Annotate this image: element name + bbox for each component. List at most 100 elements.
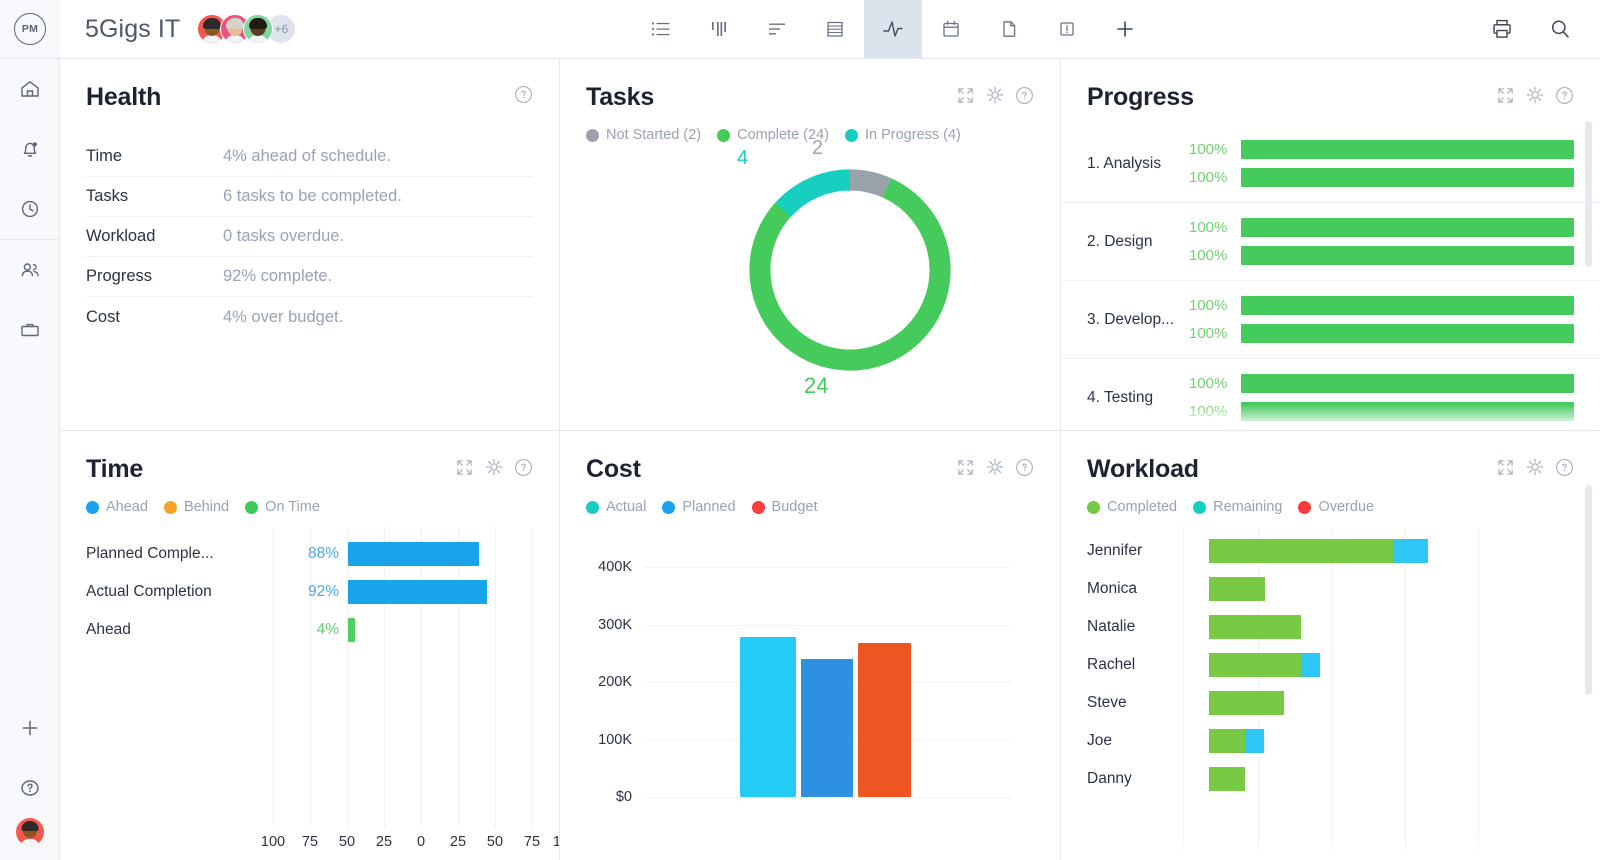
panel-title: Progress (1087, 83, 1194, 111)
expand-button[interactable] (956, 458, 975, 477)
legend-swatch (1087, 500, 1100, 514)
search-button[interactable] (1548, 17, 1572, 41)
expand-icon (457, 459, 472, 475)
settings-button[interactable] (484, 457, 504, 477)
legend-item[interactable]: Completed (1087, 499, 1177, 515)
time-category: Ahead (86, 621, 131, 638)
progress-scrollbar[interactable] (1585, 121, 1592, 267)
time-value: 92% (307, 583, 339, 600)
settings-button[interactable] (985, 457, 1005, 477)
progress-pct: 100% (1189, 403, 1228, 420)
progress-fill (1241, 296, 1574, 315)
app-logo[interactable]: PM (0, 0, 60, 58)
expand-button[interactable] (956, 86, 975, 105)
help-button[interactable] (1555, 458, 1574, 477)
workload-row[interactable]: Rachel (1087, 653, 1600, 677)
legend-item[interactable]: On Time (245, 499, 320, 515)
team-avatars[interactable]: +6 (197, 14, 297, 44)
workload-row[interactable]: Jennifer (1087, 539, 1600, 563)
settings-button[interactable] (1525, 457, 1545, 477)
tab-list[interactable] (632, 0, 690, 58)
list-item[interactable]: 2. Design 100% 100% (1061, 203, 1600, 281)
list-item[interactable]: 4. Testing 100% 100% (1061, 359, 1600, 430)
expand-button[interactable] (1496, 458, 1515, 477)
legend-item[interactable]: Not Started (2) (586, 127, 701, 143)
sidebar-item-add[interactable] (0, 698, 60, 758)
axis-tick: 0 (416, 834, 426, 850)
axis-tick: 25 (375, 834, 393, 850)
workload-row[interactable]: Natalie (1087, 615, 1600, 639)
tab-calendar[interactable] (922, 0, 980, 58)
tab-dashboard[interactable] (864, 0, 923, 58)
progress-pct: 100% (1189, 325, 1228, 342)
axis-tick: 75 (301, 834, 319, 850)
legend-item[interactable]: Planned (662, 499, 736, 515)
tab-docs[interactable] (980, 0, 1038, 58)
legend-item[interactable]: Ahead (86, 499, 148, 515)
progress-track (1241, 374, 1574, 393)
panel-title: Workload (1087, 455, 1199, 483)
issues-icon (1060, 22, 1074, 36)
workload-scrollbar[interactable] (1585, 485, 1592, 695)
help-button[interactable] (1555, 86, 1574, 105)
cost-bar-budget[interactable] (858, 643, 911, 797)
legend-item[interactable]: Budget (751, 499, 818, 515)
tab-add-view[interactable] (1096, 0, 1154, 58)
legend-swatch (1298, 500, 1312, 514)
progress-bar-row: 100% (1189, 140, 1574, 159)
legend-swatch (844, 128, 858, 142)
sidebar-item-help[interactable] (0, 758, 60, 818)
avatar[interactable] (243, 14, 274, 44)
workload-row[interactable]: Danny (1087, 767, 1600, 791)
member-name: Joe (1087, 732, 1112, 749)
sidebar-item-people[interactable] (0, 240, 60, 300)
help-button[interactable] (1015, 458, 1034, 477)
help-button[interactable] (1015, 86, 1034, 105)
phase-bars: 100% 100% (1189, 140, 1574, 187)
donut-label-in-progress: 4 (737, 147, 749, 169)
panel-workload: Workload Completed Remaining Overdue Jen… (1061, 431, 1600, 860)
health-value: 4% ahead of schedule. (223, 147, 391, 165)
list-item[interactable]: 1. Analysis 100% 100% (1061, 125, 1600, 203)
project-title: 5Gigs IT (85, 14, 181, 43)
member-name: Natalie (1087, 618, 1136, 635)
legend-item[interactable]: Overdue (1298, 499, 1374, 515)
legend-swatch (245, 500, 259, 514)
print-button[interactable] (1490, 17, 1514, 41)
expand-button[interactable] (455, 458, 474, 477)
legend-item[interactable]: Remaining (1193, 499, 1282, 515)
legend-item[interactable]: In Progress (4) (844, 127, 961, 143)
tab-board[interactable] (690, 0, 748, 58)
workload-row[interactable]: Monica (1087, 577, 1600, 601)
progress-pct: 100% (1189, 219, 1228, 236)
list-item[interactable]: 3. Develop... 100% 100% (1061, 281, 1600, 359)
workload-row[interactable]: Steve (1087, 691, 1600, 715)
progress-bar-row: 100% (1189, 218, 1574, 237)
legend-item[interactable]: Behind (163, 499, 229, 515)
settings-button[interactable] (985, 85, 1005, 105)
expand-button[interactable] (1496, 86, 1515, 105)
time-bar (348, 580, 487, 604)
current-user-avatar[interactable] (15, 818, 44, 846)
cost-bar-actual[interactable] (740, 637, 796, 797)
sidebar-item-notifications[interactable] (0, 119, 60, 179)
sidebar-item-portfolio[interactable] (0, 300, 60, 360)
phase-name: 2. Design (1087, 232, 1153, 250)
help-icon (1016, 86, 1033, 104)
settings-button[interactable] (1525, 85, 1545, 105)
tab-issues[interactable] (1038, 0, 1096, 58)
progress-pct: 100% (1189, 375, 1228, 392)
sidebar-item-timesheets[interactable] (0, 179, 60, 239)
sidebar-item-home[interactable] (0, 59, 60, 119)
tab-gantt[interactable] (748, 0, 806, 58)
help-button[interactable] (514, 85, 533, 104)
health-table: Time 4% ahead of schedule. Tasks 6 tasks… (86, 137, 533, 337)
health-key: Progress (86, 267, 153, 285)
help-button[interactable] (514, 458, 533, 477)
table-row: Cost 4% over budget. (86, 297, 533, 337)
tab-sheet[interactable] (806, 0, 864, 58)
workload-row[interactable]: Joe (1087, 729, 1600, 753)
cost-bar-planned[interactable] (801, 659, 853, 797)
time-value: 88% (307, 545, 339, 562)
legend-item[interactable]: Actual (586, 499, 646, 515)
